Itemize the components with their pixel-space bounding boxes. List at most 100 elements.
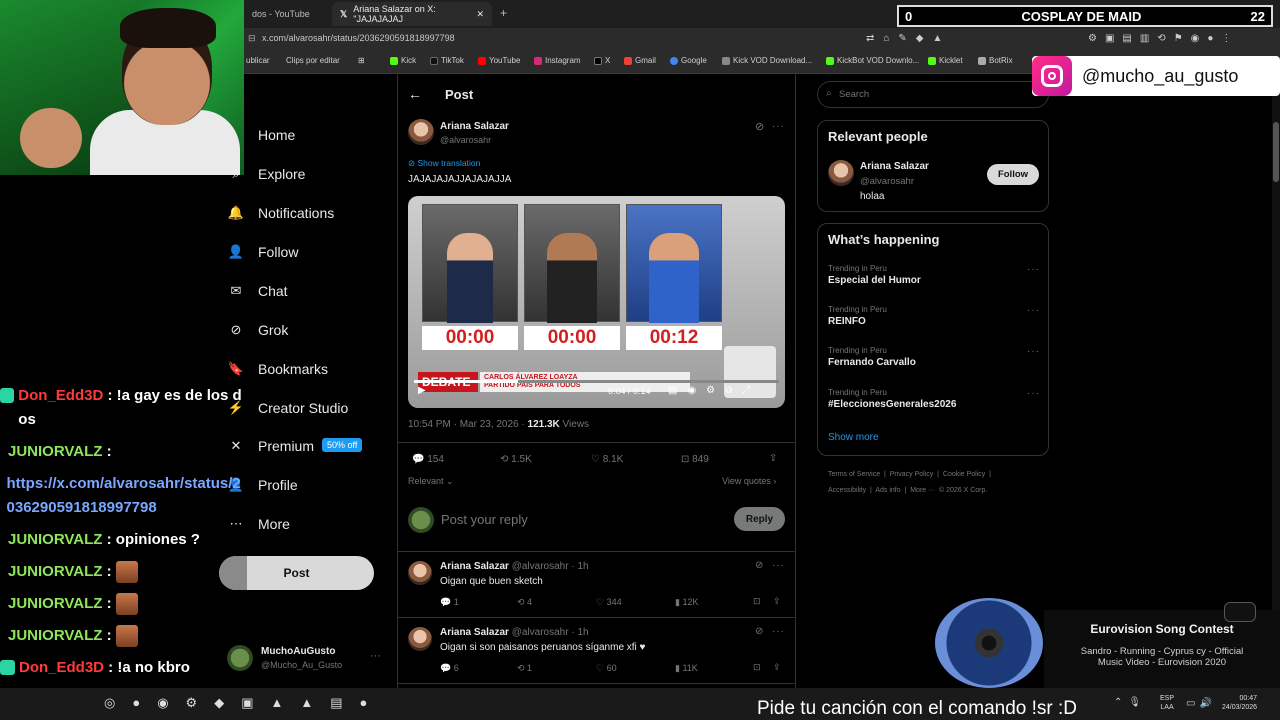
url-field[interactable]: x.com/alvarosahr/status/2036290591818997…: [262, 33, 455, 43]
trend-more-icon[interactable]: ···: [1027, 305, 1040, 316]
tab-youtube[interactable]: dos - YouTube: [244, 2, 334, 26]
show-more-link[interactable]: Show more: [828, 432, 879, 443]
bookmark-item[interactable]: Kick: [390, 56, 416, 65]
reply-repost-stat[interactable]: ⟲ 4: [517, 597, 532, 608]
clock[interactable]: 00:47 24/03/2026: [1222, 694, 1257, 712]
reply-author-name[interactable]: Ariana Salazar: [440, 561, 509, 572]
taskbar-apps[interactable]: ◎●◉⚙◆▣▲▲▤●: [104, 695, 384, 711]
bookmark-item[interactable]: Clips por editar: [286, 56, 340, 65]
chat-username[interactable]: JUNIORVALZ: [8, 531, 102, 548]
author-handle[interactable]: @alvarosahr: [440, 135, 491, 145]
share-icon[interactable]: ⇪: [773, 662, 781, 673]
language-indicator[interactable]: ESP LAA: [1160, 694, 1174, 712]
close-icon[interactable]: ✕: [476, 9, 484, 20]
sidebar-item-notifications[interactable]: 🔔 Notifications: [228, 203, 334, 223]
video-progress-track[interactable]: [414, 380, 779, 383]
address-actions[interactable]: ⇄⌂✎◆▲: [866, 33, 951, 44]
reply-repost-stat[interactable]: ⟲ 1: [517, 663, 532, 674]
grok-icon[interactable]: ⊘: [755, 120, 764, 133]
account-more-icon[interactable]: ···: [370, 650, 381, 662]
trend-item[interactable]: Trending in Peru #EleccionesGenerales202…: [828, 388, 1040, 410]
chat-username[interactable]: JUNIORVALZ: [8, 627, 102, 644]
bookmark-item[interactable]: ublicar: [246, 56, 270, 65]
bookmark-item[interactable]: TikTok: [430, 56, 464, 65]
person-avatar[interactable]: [828, 160, 854, 186]
bookmark-item[interactable]: Gmail: [624, 56, 656, 65]
trend-item[interactable]: Trending in Peru Fernando Carvallo ···: [828, 346, 1040, 368]
reply-reply-stat[interactable]: 💬 1: [440, 597, 459, 608]
reply-avatar[interactable]: [408, 627, 432, 651]
post-more-icon[interactable]: ···: [772, 121, 785, 132]
person-handle[interactable]: @alvarosahr: [860, 176, 914, 187]
show-translation-link[interactable]: ⊘ Show translation: [408, 158, 480, 169]
share-icon[interactable]: ⇪: [773, 596, 781, 607]
reply-views-stat[interactable]: ▮ 11K: [675, 663, 698, 674]
like-stat[interactable]: ♡ 8.1K: [591, 454, 623, 465]
reply-input[interactable]: Post your reply: [441, 512, 528, 527]
sort-dropdown[interactable]: Relevant ⌄: [408, 476, 454, 487]
search-input[interactable]: ⌕ Search: [817, 81, 1049, 108]
footer-links[interactable]: Accessibility | Ads info | More ··· © 20…: [828, 487, 987, 494]
trend-item[interactable]: Trending in Peru REINFO ···: [828, 305, 1040, 327]
trend-more-icon[interactable]: ···: [1027, 264, 1040, 275]
grok-icon[interactable]: ⊘: [755, 626, 763, 637]
chat-username[interactable]: JUNIORVALZ: [8, 563, 102, 580]
author-avatar[interactable]: [408, 119, 434, 145]
person-name[interactable]: Ariana Salazar: [860, 161, 929, 172]
bookmark-item[interactable]: KickBot VOD Downlo...: [826, 56, 919, 65]
reply-views-stat[interactable]: ▮ 12K: [675, 597, 698, 608]
chat-username[interactable]: Don_Edd3D: [18, 387, 103, 404]
reply-button[interactable]: Reply: [734, 507, 785, 531]
repost-stat[interactable]: ⟲ 1.5K: [500, 454, 532, 465]
author-name[interactable]: Ariana Salazar: [440, 121, 509, 132]
video-controls-icons[interactable]: ▤◉⚙⧉⤢: [668, 385, 760, 396]
bookmark-icon[interactable]: ⊡: [753, 662, 761, 673]
site-info-icon[interactable]: ⊟: [248, 33, 256, 44]
chat-username[interactable]: Don_Edd3D: [19, 659, 104, 676]
trend-more-icon[interactable]: ···: [1027, 388, 1040, 399]
video-player[interactable]: 00:00 00:00 00:12 DEBATE CARLOS ÁLVAREZ …: [408, 196, 785, 408]
scrollbar[interactable]: [1272, 74, 1280, 688]
scroll-to-top-button[interactable]: [1224, 602, 1256, 622]
reply-avatar[interactable]: [408, 561, 432, 585]
reply-reply-stat[interactable]: 💬 6: [440, 663, 459, 674]
sidebar-item-follow[interactable]: 👤 Follow: [228, 242, 299, 262]
chat-username[interactable]: JUNIORVALZ: [8, 443, 102, 460]
tray-icons[interactable]: ⌃🎙: [1114, 697, 1147, 708]
reply-author-name[interactable]: Ariana Salazar: [440, 627, 509, 638]
bookmark-item[interactable]: YouTube: [478, 56, 520, 65]
reply-like-stat[interactable]: ♡ 344: [596, 597, 622, 608]
bookmark-item[interactable]: Google: [670, 56, 707, 65]
trend-item[interactable]: Trending in Peru Especial del Humor ···: [828, 264, 1040, 286]
view-quotes-link[interactable]: View quotes ›: [722, 476, 776, 486]
bookmark-stat[interactable]: ⊡ 849: [681, 454, 709, 465]
bookmark-item[interactable]: Kick VOD Download...: [722, 56, 812, 65]
footer-links[interactable]: Terms of Service | Privacy Policy | Cook…: [828, 471, 991, 478]
play-icon[interactable]: ▶: [418, 385, 426, 396]
reply-author-handle[interactable]: @alvarosahr · 1h: [512, 561, 589, 572]
reply-stat[interactable]: 💬 154: [412, 454, 444, 465]
apps-icon[interactable]: ⊞: [358, 56, 365, 65]
bookmark-icon[interactable]: ⊡: [753, 596, 761, 607]
reply-more-icon[interactable]: ···: [772, 626, 785, 637]
tab-x-post[interactable]: 𝕏 Ariana Salazar on X: "JAJAJAJAJ ✕: [332, 2, 492, 26]
reply-more-icon[interactable]: ···: [772, 560, 785, 571]
sidebar-item-grok[interactable]: ⊘ Grok: [228, 320, 289, 340]
bookmark-item[interactable]: BotRix: [978, 56, 1013, 65]
system-tray-icons[interactable]: ▭🔊: [1186, 698, 1216, 709]
bookmark-item[interactable]: X: [594, 56, 610, 65]
share-icon[interactable]: ⇪: [769, 453, 777, 464]
scrollbar-thumb[interactable]: [1273, 122, 1279, 182]
grok-icon[interactable]: ⊘: [755, 560, 763, 571]
reply-like-stat[interactable]: ♡ 60: [596, 663, 617, 674]
bookmark-item[interactable]: Kicklet: [928, 56, 963, 65]
new-tab-button[interactable]: +: [500, 6, 507, 20]
extension-icons[interactable]: ⚙▣▤▥⟲⚑◉●⋮: [1088, 33, 1239, 44]
follow-button[interactable]: Follow: [987, 164, 1039, 185]
bookmark-item[interactable]: Instagram: [534, 56, 581, 65]
reply-author-handle[interactable]: @alvarosahr · 1h: [512, 627, 589, 638]
back-arrow-icon[interactable]: ←: [408, 86, 422, 102]
sidebar-item-chat[interactable]: ✉ Chat: [228, 281, 288, 301]
sidebar-item-bookmarks[interactable]: 🔖 Bookmarks: [228, 359, 328, 379]
chat-username[interactable]: JUNIORVALZ: [8, 595, 102, 612]
